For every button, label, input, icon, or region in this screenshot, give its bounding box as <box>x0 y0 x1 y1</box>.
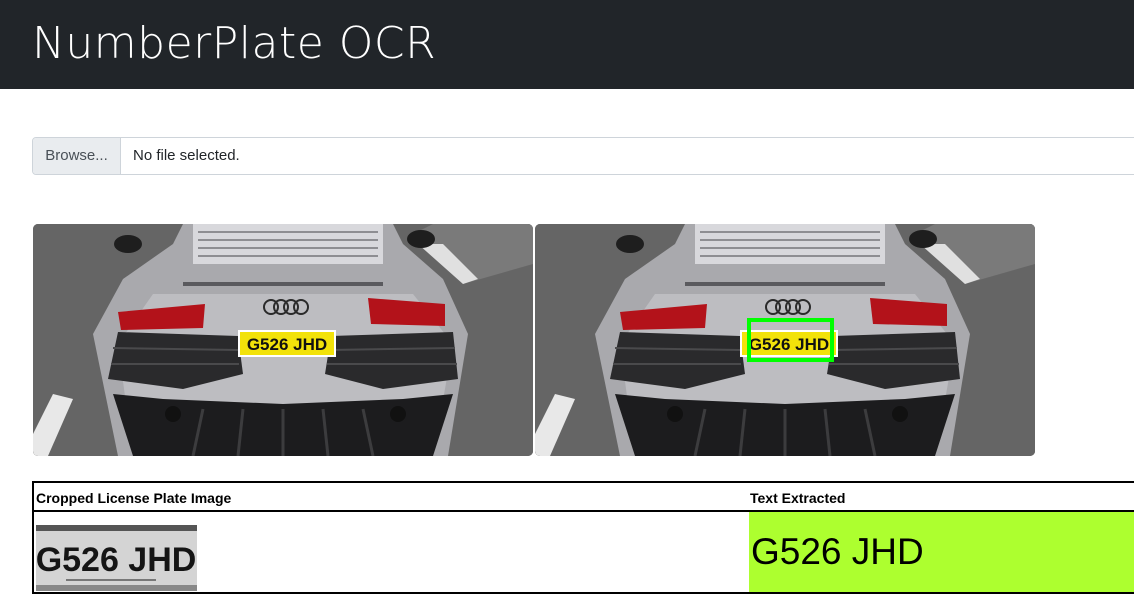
plate-text-detected: G526 JHD <box>749 335 829 354</box>
extracted-text: G526 JHD <box>751 531 924 572</box>
extracted-text-cell: G526 JHD <box>749 512 1134 592</box>
detected-car-image: G526 JHD <box>535 224 1035 456</box>
results-table: Cropped License Plate Image Text Extract… <box>32 481 1134 594</box>
col-header-cropped-image: Cropped License Plate Image <box>36 490 232 506</box>
top-navbar: NumberPlate OCR <box>0 0 1134 89</box>
app-title: NumberPlate OCR <box>32 18 437 69</box>
col-header-text-extracted: Text Extracted <box>750 490 846 506</box>
cropped-plate-text: G526 JHD <box>36 541 196 579</box>
results-header-row: Cropped License Plate Image Text Extract… <box>34 483 1134 512</box>
original-car-image: G526 JHD <box>33 224 533 456</box>
browse-button[interactable]: Browse... <box>33 138 121 174</box>
plate-text-original: G526 JHD <box>247 335 327 354</box>
file-upload-input[interactable]: Browse... No file selected. <box>32 137 1134 175</box>
file-status-text: No file selected. <box>133 147 240 164</box>
cropped-plate-image: G526 JHD <box>36 525 197 591</box>
